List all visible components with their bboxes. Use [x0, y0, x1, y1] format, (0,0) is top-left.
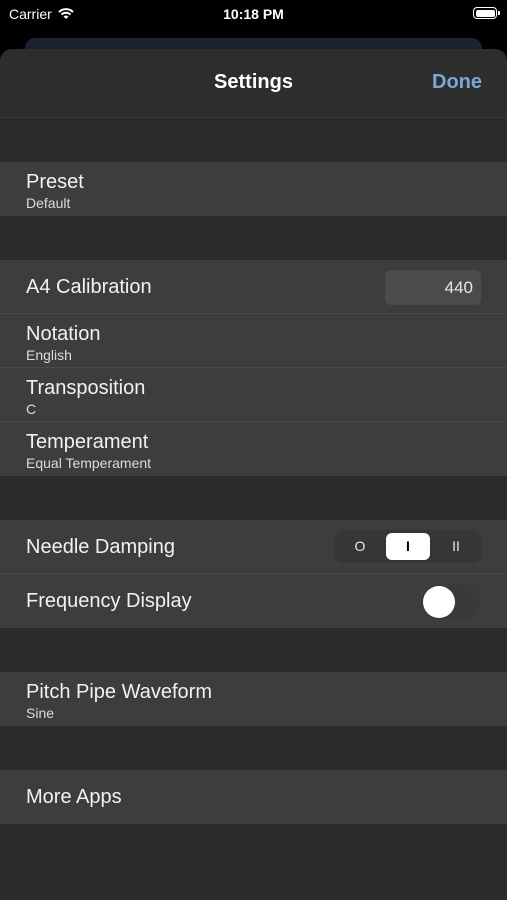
status-bar: Carrier 10:18 PM	[0, 0, 507, 30]
section-gap	[0, 476, 507, 520]
page-title: Settings	[214, 71, 293, 93]
temperament-row[interactable]: Temperament Equal Temperament	[0, 422, 507, 476]
preset-section: Preset Default	[0, 162, 507, 216]
damping-segmented-control: O I II	[335, 530, 481, 563]
preset-title: Preset	[26, 171, 84, 193]
waveform-title: Pitch Pipe Waveform	[26, 681, 212, 703]
damping-option-off[interactable]: O	[338, 533, 382, 560]
done-button[interactable]: Done	[432, 71, 482, 94]
more-apps-title: More Apps	[26, 786, 122, 808]
waveform-value: Sine	[26, 705, 55, 721]
calibration-input[interactable]: 440	[385, 270, 481, 305]
toggle-knob	[423, 586, 455, 618]
navigation-bar: Settings Done	[0, 49, 507, 118]
temperament-title: Temperament	[26, 431, 149, 453]
damping-option-two[interactable]: II	[434, 533, 478, 560]
notation-title: Notation	[26, 323, 101, 345]
frequency-row: Frequency Display	[0, 574, 507, 628]
damping-title: Needle Damping	[26, 536, 175, 558]
more-apps-row[interactable]: More Apps	[0, 770, 507, 824]
damping-option-one[interactable]: I	[386, 533, 430, 560]
status-time: 10:18 PM	[223, 6, 284, 22]
notation-value: English	[26, 347, 72, 363]
tuning-section: A4 Calibration 440 Notation English Tran…	[0, 260, 507, 476]
settings-sheet: Settings Done Preset Default A4 Calibrat…	[0, 49, 507, 900]
preset-value: Default	[26, 195, 71, 211]
frequency-title: Frequency Display	[26, 590, 192, 612]
temperament-value: Equal Temperament	[26, 455, 152, 471]
pitch-pipe-section: Pitch Pipe Waveform Sine	[0, 672, 507, 726]
transposition-row[interactable]: Transposition C	[0, 368, 507, 422]
transposition-value: C	[26, 401, 37, 417]
transposition-title: Transposition	[26, 377, 146, 399]
preset-row[interactable]: Preset Default	[0, 162, 507, 216]
damping-row: Needle Damping O I II	[0, 520, 507, 574]
frequency-toggle[interactable]	[421, 584, 481, 620]
section-gap	[0, 216, 507, 260]
section-gap	[0, 628, 507, 672]
waveform-row[interactable]: Pitch Pipe Waveform Sine	[0, 672, 507, 726]
notation-row[interactable]: Notation English	[0, 314, 507, 368]
calibration-row: A4 Calibration 440	[0, 260, 507, 314]
more-section: More Apps	[0, 770, 507, 824]
calibration-title: A4 Calibration	[26, 276, 152, 298]
battery-icon	[473, 7, 500, 19]
section-gap	[0, 118, 507, 162]
display-section: Needle Damping O I II Frequency Display	[0, 520, 507, 628]
section-gap	[0, 726, 507, 770]
